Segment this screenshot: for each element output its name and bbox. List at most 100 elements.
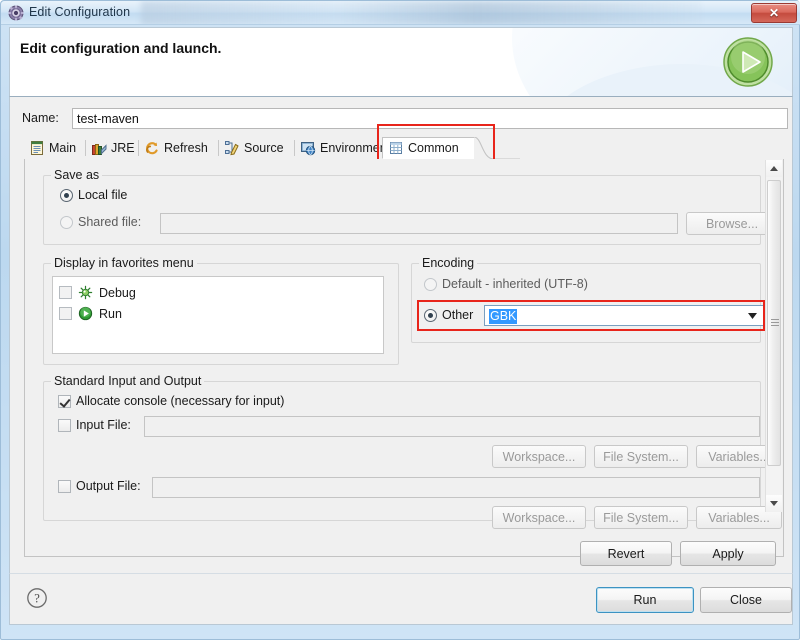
name-input[interactable] [72, 108, 788, 129]
run-play-icon [723, 37, 773, 87]
edit-configuration-dialog: Edit Configuration ✕ Edit configuration … [0, 0, 800, 640]
tab-source[interactable]: Source [219, 137, 295, 159]
dialog-body: Name: Main [9, 97, 793, 573]
common-tab-page: Save as Local file Shared file: Browse..… [24, 159, 784, 557]
radio-indicator [60, 215, 73, 229]
checkbox-indicator [58, 418, 71, 432]
standard-io-legend: Standard Input and Output [51, 374, 205, 388]
button-label: File System... [603, 510, 679, 525]
name-label: Name: [22, 111, 59, 125]
scrollbar-thumb[interactable] [767, 180, 781, 466]
revert-button[interactable]: Revert [580, 541, 672, 566]
window-titlebar: Edit Configuration ✕ [1, 1, 800, 25]
favorites-list[interactable]: Debug Run [52, 276, 384, 354]
tab-label: JRE [111, 141, 135, 155]
radio-label: Other [442, 308, 474, 322]
close-icon: ✕ [768, 5, 780, 20]
scrollbar-grip-icon [771, 319, 779, 327]
tab-main[interactable]: Main [24, 137, 86, 159]
workspace-button-input[interactable]: Workspace... [492, 445, 586, 468]
checkbox-indicator[interactable] [59, 286, 72, 299]
tab-common[interactable]: Common [382, 137, 474, 159]
apply-button[interactable]: Apply [680, 541, 776, 566]
tab-strip: Main JRE Refresh Source Environment Comm… [24, 124, 784, 162]
radio-label: Shared file: [78, 215, 142, 229]
page-title: Edit configuration and launch. [20, 40, 222, 56]
scroll-up-arrow-icon[interactable] [766, 160, 782, 177]
close-button[interactable]: ✕ [751, 3, 797, 23]
radio-encoding-default[interactable]: Default - inherited (UTF-8) [424, 277, 588, 291]
standard-io-group: Standard Input and Output Allocate conso… [43, 374, 782, 529]
close-button-label: Close [730, 593, 762, 607]
favorites-group: Display in favorites menu Debug Run [43, 256, 399, 365]
tab-label: Refresh [164, 141, 208, 155]
common-table-icon [390, 142, 402, 154]
shared-file-input[interactable] [160, 213, 678, 234]
list-item-run[interactable]: Run [59, 306, 122, 321]
list-item-label: Debug [99, 285, 136, 300]
button-label: Variables... [708, 449, 770, 464]
tab-jre[interactable]: JRE [86, 137, 139, 159]
gear-icon [8, 5, 24, 21]
scroll-down-arrow-icon[interactable] [766, 495, 782, 512]
checkbox-input-file[interactable]: Input File: [58, 418, 131, 432]
radio-indicator [60, 188, 73, 202]
svg-text:?: ? [34, 591, 40, 605]
encoding-legend: Encoding [419, 256, 478, 270]
save-as-group: Save as Local file Shared file: Browse..… [43, 168, 778, 245]
output-file-field[interactable] [152, 477, 760, 498]
checkbox-indicator[interactable] [59, 307, 72, 320]
radio-shared-file[interactable]: Shared file: [60, 215, 141, 229]
encoding-value: GBK [489, 309, 518, 324]
configuration-tabfolder: Main JRE Refresh Source Environment Comm… [24, 124, 784, 557]
checkbox-output-file[interactable]: Output File: [58, 479, 141, 493]
file-system-button-output[interactable]: File System... [594, 506, 688, 529]
input-file-field[interactable] [144, 416, 760, 437]
radio-label: Local file [78, 188, 128, 202]
run-button[interactable]: Run [596, 587, 694, 613]
environment-icon [301, 142, 316, 156]
run-button-label: Run [633, 593, 657, 607]
close-dialog-button[interactable]: Close [700, 587, 792, 613]
button-label: Workspace... [502, 449, 576, 464]
name-row: Name: [16, 108, 788, 130]
checkbox-indicator [58, 394, 71, 408]
tab-label: Common [408, 141, 459, 155]
tab-refresh[interactable]: Refresh [139, 137, 219, 159]
checkbox-allocate-console[interactable]: Allocate console (necessary for input) [58, 394, 284, 408]
source-edit-icon [225, 141, 239, 156]
radio-local-file[interactable]: Local file [60, 188, 127, 202]
radio-label: Default - inherited (UTF-8) [442, 277, 588, 291]
file-system-button-input[interactable]: File System... [594, 445, 688, 468]
save-as-legend: Save as [51, 168, 103, 182]
jre-books-icon [92, 144, 107, 155]
dialog-button-bar: ? Run Close [9, 573, 793, 625]
list-item-debug[interactable]: Debug [59, 285, 136, 300]
encoding-combo[interactable]: GBK [484, 305, 764, 326]
browse-button-label: Browse... [705, 216, 759, 231]
chevron-down-icon[interactable] [744, 306, 760, 325]
workspace-button-output[interactable]: Workspace... [492, 506, 586, 529]
button-label: Workspace... [502, 510, 576, 525]
apply-button-label: Apply [712, 546, 744, 561]
debug-bug-icon [78, 285, 93, 300]
button-label: File System... [603, 449, 679, 464]
refresh-icon [146, 142, 158, 155]
titlebar-glow [141, 1, 701, 24]
checkbox-indicator [58, 479, 71, 493]
encoding-group: Encoding Default - inherited (UTF-8) Oth… [411, 256, 765, 343]
window-title: Edit Configuration [29, 5, 131, 19]
checkbox-label: Allocate console (necessary for input) [76, 394, 285, 408]
revert-button-label: Revert [607, 546, 645, 561]
content-vertical-scrollbar[interactable] [765, 160, 782, 512]
question-mark-icon[interactable]: ? [26, 587, 48, 609]
button-label: Variables... [708, 510, 770, 525]
dialog-header-banner: Edit configuration and launch. [9, 27, 793, 97]
apply-button-bar: Revert Apply [10, 541, 794, 567]
checkbox-label: Input File: [76, 418, 131, 432]
main-page-icon [31, 141, 43, 155]
tab-curve-decoration [474, 137, 520, 160]
favorites-legend: Display in favorites menu [51, 256, 197, 270]
radio-encoding-other[interactable]: Other [424, 308, 473, 322]
run-play-icon [78, 306, 93, 321]
